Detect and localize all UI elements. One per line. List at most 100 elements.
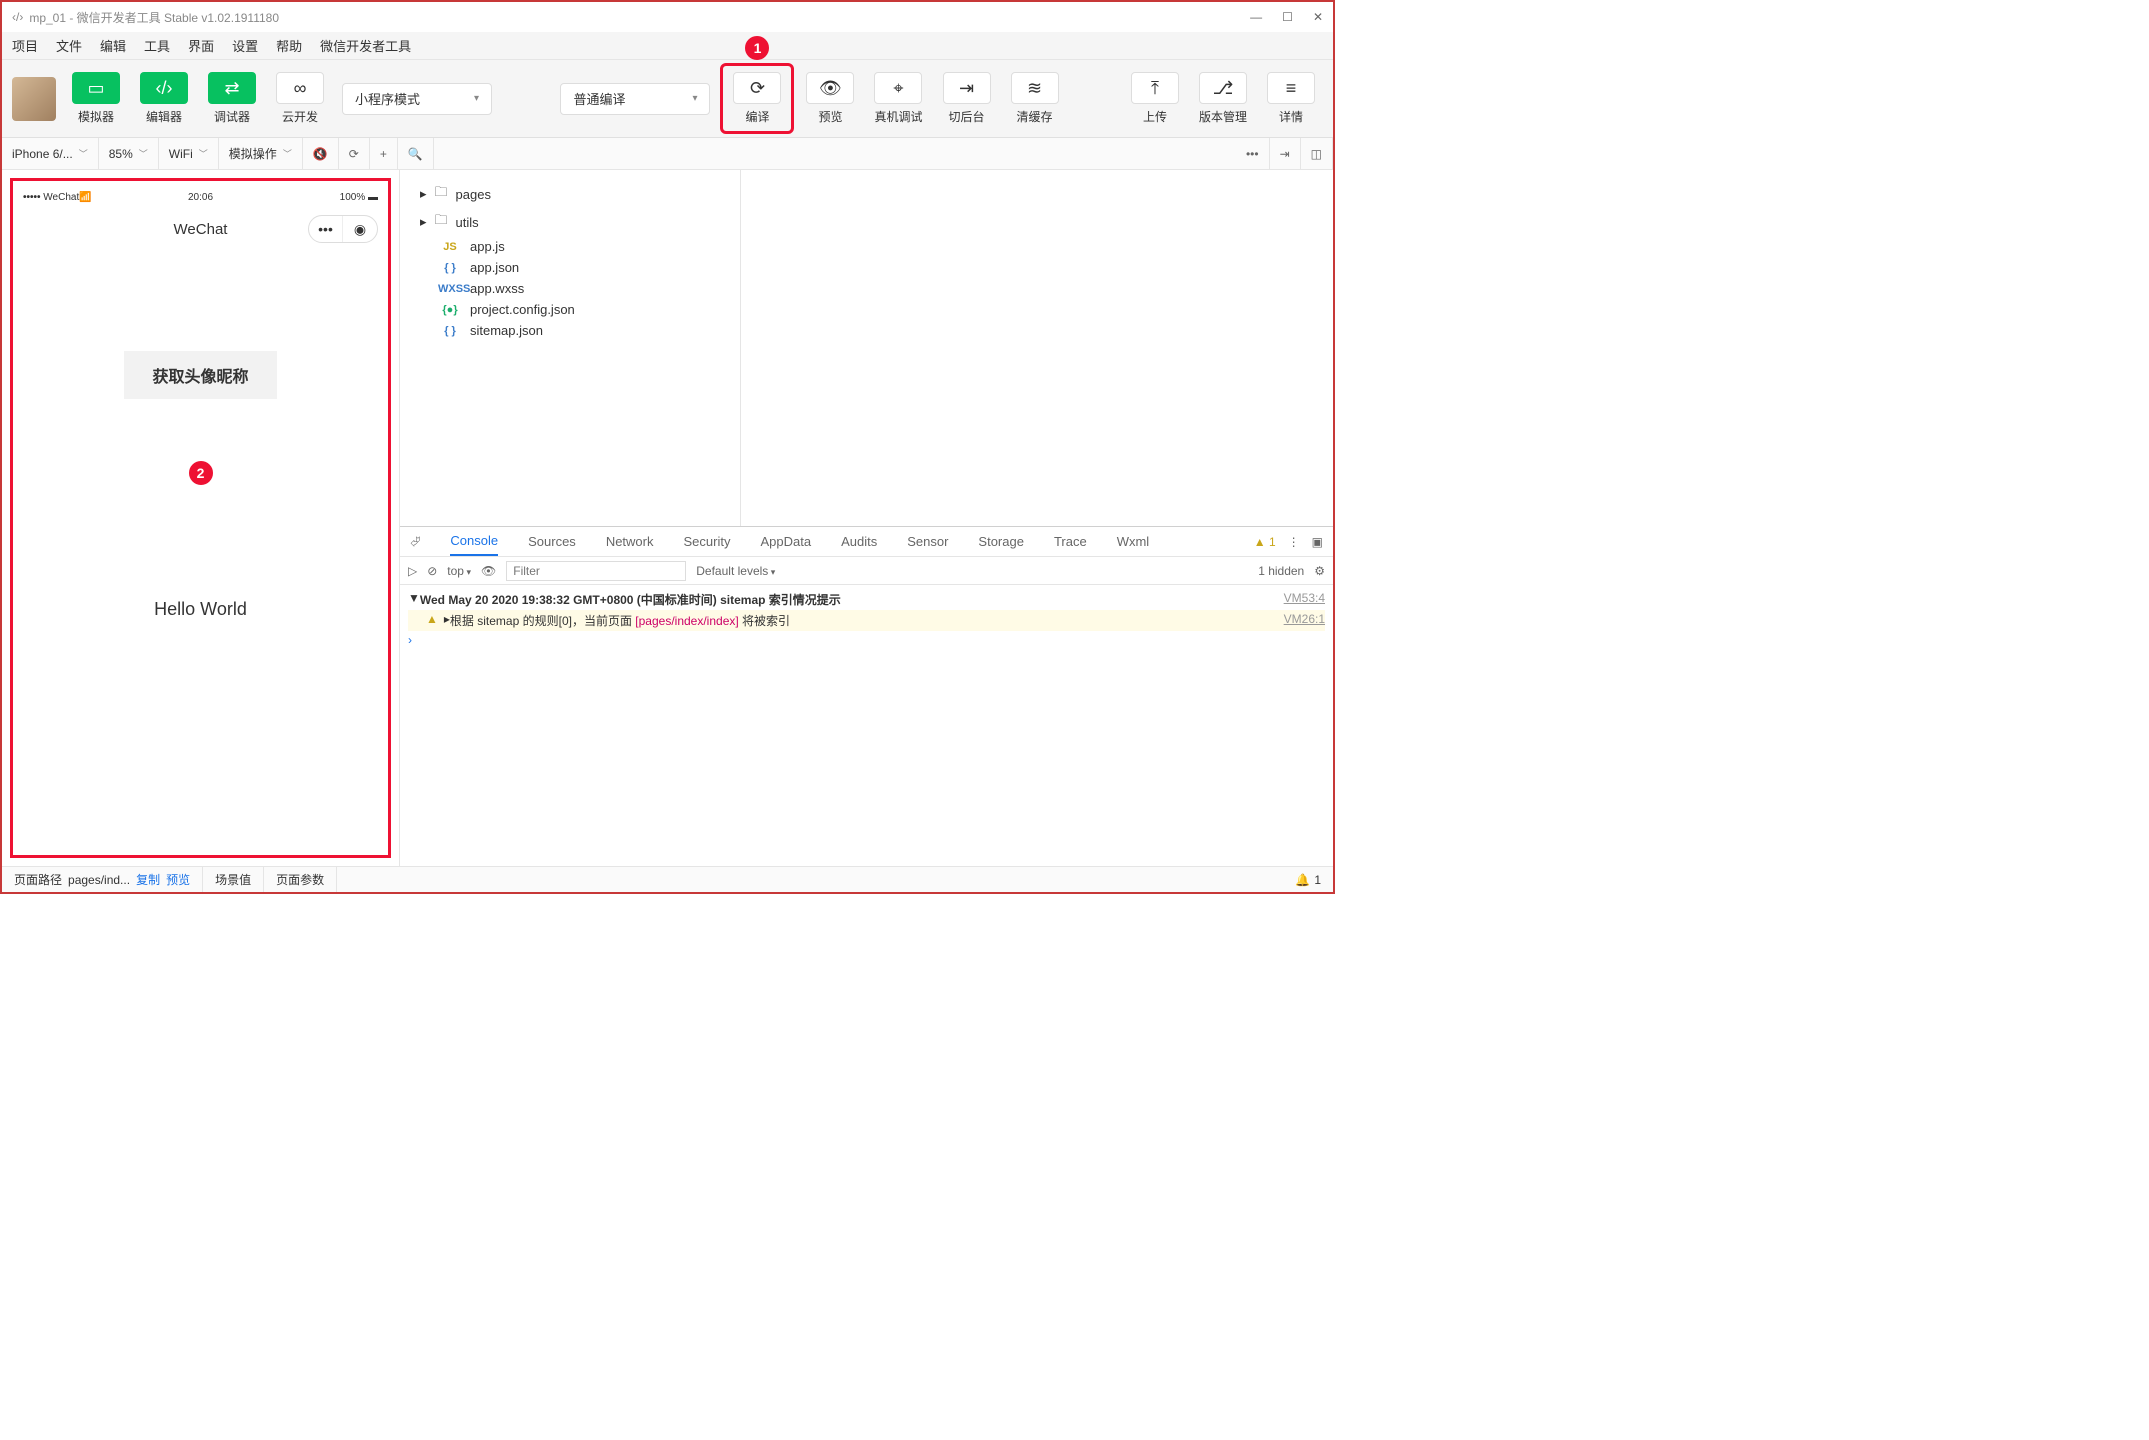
warning-badge[interactable]: ▲ 1 <box>1254 535 1276 549</box>
window-title: mp_01 - 微信开发者工具 Stable v1.02.1911180 <box>29 9 279 26</box>
console-line: ▼ Wed May 20 2020 19:38:32 GMT+0800 (中国标… <box>408 589 1325 610</box>
devtools: ⮰ Console Sources Network Security AppDa… <box>400 526 1333 866</box>
main-area: 2 ••••• WeChat📶 20:06 100% ▬ WeChat •••◉… <box>2 170 1333 866</box>
tab-wxml[interactable]: Wxml <box>1117 528 1150 555</box>
nav-title: WeChat <box>174 221 228 238</box>
app-icon: ‹/› <box>12 10 23 24</box>
file-area: ▸🗀pages ▸🗀utils JSapp.js { }app.json WXS… <box>400 170 1333 526</box>
file-sitemap[interactable]: { }sitemap.json <box>400 320 740 341</box>
menu-settings[interactable]: 设置 <box>232 36 258 55</box>
menu-wechat-devtools[interactable]: 微信开发者工具 <box>320 36 411 55</box>
split-icon[interactable]: ◫ <box>1301 138 1333 169</box>
tab-console[interactable]: Console <box>450 527 498 556</box>
devtools-tabs: ⮰ Console Sources Network Security AppDa… <box>400 527 1333 557</box>
tab-security[interactable]: Security <box>684 528 731 555</box>
tab-audits[interactable]: Audits <box>841 528 877 555</box>
play-icon[interactable]: ▷ <box>408 564 417 578</box>
footer-params[interactable]: 页面参数 <box>264 867 337 892</box>
close-button[interactable]: ✕ <box>1313 10 1323 24</box>
simulator-bar: iPhone 6/...﹀ 85%﹀ WiFi﹀ 模拟操作﹀ 🔇 ⟳ + 🔍 •… <box>2 138 1333 170</box>
log-source[interactable]: VM26:1 <box>1284 612 1325 629</box>
tab-trace[interactable]: Trace <box>1054 528 1087 555</box>
simulator-toggle[interactable]: ▭模拟器 <box>64 68 128 129</box>
devtools-dock-icon[interactable]: ▣ <box>1312 535 1323 549</box>
clear-cache-button[interactable]: ≋清缓存 <box>1003 68 1067 129</box>
editor-area[interactable] <box>740 170 1333 526</box>
capsule-menu[interactable]: •••◉ <box>308 215 378 243</box>
tab-storage[interactable]: Storage <box>978 528 1024 555</box>
menu-edit[interactable]: 编辑 <box>100 36 126 55</box>
callout-2: 2 <box>189 461 213 485</box>
details-button[interactable]: ≡详情 <box>1259 68 1323 129</box>
file-app-js[interactable]: JSapp.js <box>400 236 740 257</box>
user-avatar[interactable] <box>12 77 56 121</box>
folder-pages[interactable]: ▸🗀pages <box>400 180 740 208</box>
simulator-pane: 2 ••••• WeChat📶 20:06 100% ▬ WeChat •••◉… <box>2 170 400 866</box>
file-project-config[interactable]: {●}project.config.json <box>400 299 740 320</box>
devtools-menu-icon[interactable]: ⋮ <box>1288 535 1300 549</box>
levels-select[interactable]: Default levels <box>696 564 775 578</box>
rotate-icon[interactable]: ⟳ <box>339 138 370 169</box>
menu-file[interactable]: 文件 <box>56 36 82 55</box>
console-prompt[interactable]: › <box>408 631 1325 649</box>
menu-help[interactable]: 帮助 <box>276 36 302 55</box>
footer-page-path[interactable]: 页面路径 pages/ind... 复制 预览 <box>2 867 203 892</box>
tab-appdata[interactable]: AppData <box>760 528 811 555</box>
preview-button[interactable]: 👁预览 <box>798 68 862 129</box>
tab-network[interactable]: Network <box>606 528 654 555</box>
indent-icon[interactable]: ⇥ <box>1270 138 1301 169</box>
capsule-menu-icon[interactable]: ••• <box>309 216 343 242</box>
device-statusbar: ••••• WeChat📶 20:06 100% ▬ <box>13 187 388 207</box>
callout-1: 1 <box>745 36 769 60</box>
tab-sources[interactable]: Sources <box>528 528 576 555</box>
tab-sensor[interactable]: Sensor <box>907 528 948 555</box>
background-button[interactable]: ⇥切后台 <box>935 68 999 129</box>
battery-label: 100% ▬ <box>340 192 378 203</box>
minimize-button[interactable]: — <box>1250 10 1262 24</box>
menu-tools[interactable]: 工具 <box>144 36 170 55</box>
add-file-icon[interactable]: + <box>370 138 398 169</box>
footer-bar: 页面路径 pages/ind... 复制 预览 场景值 页面参数 🔔 1 <box>2 866 1333 892</box>
compile-highlight: 1 ⟳编译 <box>720 63 794 134</box>
device-navbar: WeChat •••◉ <box>13 207 388 251</box>
inspect-icon[interactable]: ⮰ <box>410 534 420 550</box>
log-message: Wed May 20 2020 19:38:32 GMT+0800 (中国标准时… <box>420 591 1284 608</box>
footer-scene[interactable]: 场景值 <box>203 867 264 892</box>
console-output: ▼ Wed May 20 2020 19:38:32 GMT+0800 (中国标… <box>400 585 1333 653</box>
carrier-label: ••••• WeChat📶 <box>23 192 92 203</box>
network-select[interactable]: WiFi﹀ <box>159 138 219 169</box>
upload-button[interactable]: ⤒上传 <box>1123 68 1187 129</box>
cloud-button[interactable]: ∞云开发 <box>268 68 332 129</box>
maximize-button[interactable]: ☐ <box>1282 10 1293 24</box>
device-select[interactable]: iPhone 6/...﹀ <box>2 138 99 169</box>
clear-console-icon[interactable]: ⊘ <box>427 564 437 578</box>
filter-input[interactable] <box>506 561 686 581</box>
debugger-toggle[interactable]: ⇄调试器 <box>200 68 264 129</box>
file-app-json[interactable]: { }app.json <box>400 257 740 278</box>
zoom-select[interactable]: 85%﹀ <box>99 138 159 169</box>
gear-icon[interactable]: ⚙ <box>1314 564 1325 578</box>
compile-button[interactable]: ⟳编译 <box>725 68 789 129</box>
mock-select[interactable]: 模拟操作﹀ <box>219 138 303 169</box>
context-select[interactable]: top <box>447 564 471 578</box>
editor-toggle[interactable]: ‹/›编辑器 <box>132 68 196 129</box>
folder-utils[interactable]: ▸🗀utils <box>400 208 740 236</box>
menu-project[interactable]: 项目 <box>12 36 38 55</box>
search-icon[interactable]: 🔍 <box>398 138 434 169</box>
compile-select[interactable]: 普通编译 <box>560 83 710 115</box>
menu-interface[interactable]: 界面 <box>188 36 214 55</box>
log-source[interactable]: VM53:4 <box>1284 591 1325 608</box>
capsule-close-icon[interactable]: ◉ <box>343 216 377 242</box>
remote-debug-button[interactable]: ⌖真机调试 <box>866 68 930 129</box>
warn-icon: ▲ <box>426 612 438 629</box>
mode-select[interactable]: 小程序模式 <box>342 83 492 115</box>
more-icon[interactable]: ••• <box>1236 138 1270 169</box>
eye-icon[interactable]: 👁 <box>481 564 496 578</box>
console-line-warn: ▲▸ 根据 sitemap 的规则[0]，当前页面 [pages/index/i… <box>408 610 1325 631</box>
main-toolbar: ▭模拟器 ‹/›编辑器 ⇄调试器 ∞云开发 小程序模式 普通编译 1 ⟳编译 👁… <box>2 60 1333 138</box>
mute-icon[interactable]: 🔇 <box>303 138 339 169</box>
get-avatar-button[interactable]: 获取头像昵称 <box>124 351 276 399</box>
version-button[interactable]: ⎇版本管理 <box>1191 68 1255 129</box>
footer-notif[interactable]: 🔔 1 <box>1283 873 1333 887</box>
file-app-wxss[interactable]: WXSSapp.wxss <box>400 278 740 299</box>
